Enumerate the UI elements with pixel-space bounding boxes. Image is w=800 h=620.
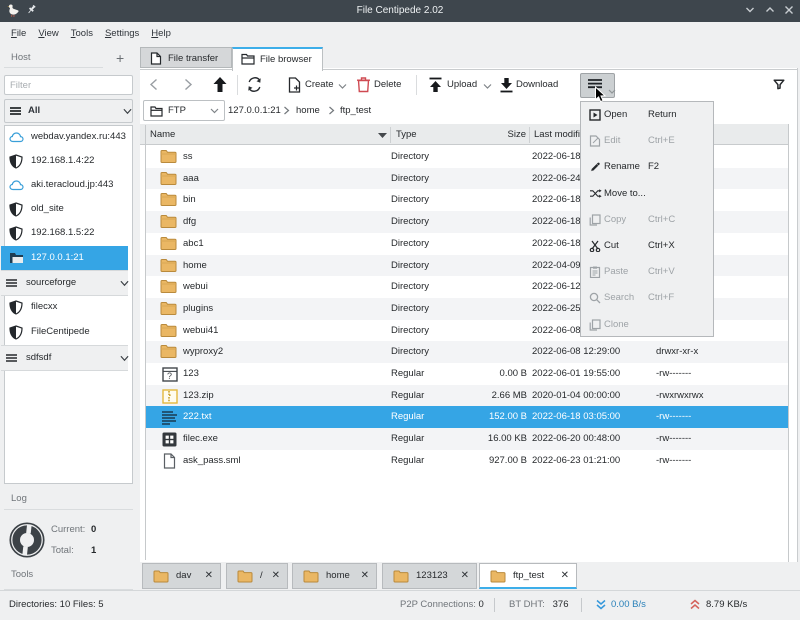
svg-text:?: ? <box>167 371 172 381</box>
